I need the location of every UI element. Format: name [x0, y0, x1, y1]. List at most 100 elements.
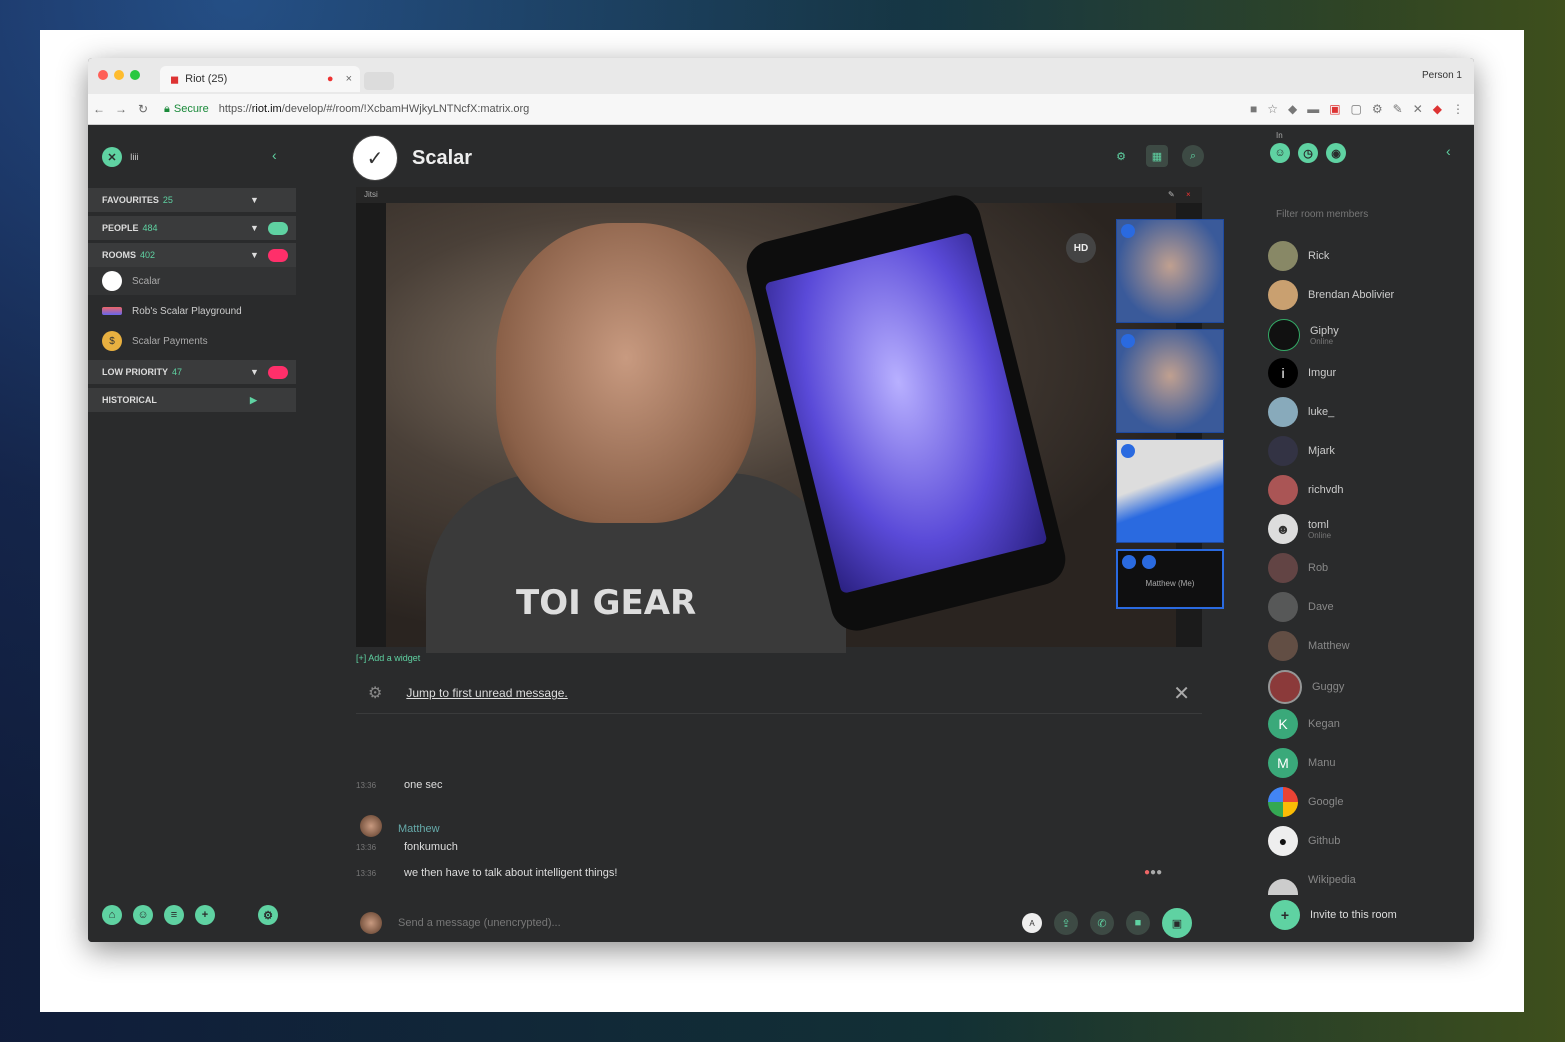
section-rooms[interactable]: ROOMS 402 ▼	[88, 243, 296, 267]
notification-badge	[268, 365, 288, 379]
left-header-label: Iiii	[130, 152, 139, 162]
extension-icon[interactable]: ◆	[1288, 102, 1297, 116]
collapse-left-icon[interactable]: ‹	[272, 147, 277, 163]
participant-thumbnail[interactable]	[1116, 329, 1224, 433]
home-icon[interactable]: ⌂	[102, 905, 122, 925]
member-item[interactable]: Rick	[1268, 241, 1329, 271]
edit-widget-icon[interactable]: ✎	[1168, 187, 1175, 203]
extension-icon[interactable]: ▣	[1329, 102, 1340, 116]
members-tab-icon[interactable]: ☺	[1270, 143, 1290, 163]
star-icon[interactable]: ☆	[1267, 102, 1278, 116]
riot-logo-icon[interactable]: ✕	[102, 147, 122, 167]
member-item[interactable]: Guggy	[1268, 670, 1344, 704]
section-count: 47	[172, 367, 183, 377]
minimize-window-button[interactable]	[114, 70, 124, 80]
member-item[interactable]: richvdh	[1268, 475, 1343, 505]
start-chat-icon[interactable]: ☺	[133, 905, 153, 925]
close-tab-icon[interactable]: ×	[346, 73, 352, 85]
member-item[interactable]: Dave	[1268, 592, 1334, 622]
room-settings-icon[interactable]: ⚙	[1110, 145, 1132, 167]
sender-name[interactable]: Matthew	[398, 823, 440, 835]
section-favourites[interactable]: FAVOURITES 25 ▼	[88, 188, 296, 212]
member-name: Manu	[1308, 757, 1336, 769]
jump-to-unread-link[interactable]: Jump to first unread message.	[406, 686, 567, 700]
member-item[interactable]: i Imgur	[1268, 358, 1336, 388]
member-item[interactable]: Mjark	[1268, 436, 1335, 466]
reload-icon[interactable]: ↻	[132, 102, 154, 116]
voice-call-icon[interactable]: ✆	[1090, 911, 1114, 935]
member-name: toml	[1308, 518, 1329, 531]
room-item-scalar[interactable]: Scalar	[88, 267, 296, 295]
browser-chrome: ◼ Riot (25) ● × Person 1 ← → ↻ 🔒︎ Secure…	[88, 58, 1474, 125]
member-item[interactable]: Rob	[1268, 553, 1328, 583]
room-item-scalar-payments[interactable]: $ Scalar Payments	[88, 327, 296, 355]
close-icon[interactable]: ✕	[1173, 681, 1190, 706]
member-item[interactable]: Matthew	[1268, 631, 1350, 661]
room-title[interactable]: Scalar	[412, 147, 472, 170]
upload-icon[interactable]: ⇪	[1054, 911, 1078, 935]
section-people[interactable]: PEOPLE 484 ▼	[88, 216, 296, 240]
hd-badge[interactable]: HD	[1066, 233, 1096, 263]
extension-icon[interactable]: ▢	[1351, 102, 1362, 116]
read-receipts[interactable]: ●●●	[1144, 867, 1162, 878]
member-item[interactable]: Giphy Online	[1268, 319, 1339, 351]
extension-icon[interactable]: ⚙	[1372, 102, 1383, 116]
section-historical[interactable]: HISTORICAL ▶	[88, 388, 296, 412]
room-directory-icon[interactable]: ≡	[164, 905, 184, 925]
sender-avatar[interactable]	[360, 815, 382, 837]
extension-icon[interactable]: ▬	[1307, 102, 1319, 116]
member-item[interactable]: ● Github	[1268, 826, 1340, 856]
create-room-icon[interactable]: +	[195, 905, 215, 925]
jitsi-widget: Jitsi ✎ × TOI GEAR HD Matthew (Me)	[356, 187, 1224, 653]
add-widget-link[interactable]: [+] Add a widget	[356, 653, 420, 663]
extension-icon[interactable]: ✕	[1413, 102, 1423, 116]
room-item-robs-playground[interactable]: Rob's Scalar Playground	[88, 297, 296, 325]
profile-label[interactable]: Person 1	[1422, 70, 1462, 81]
browser-tab[interactable]: ◼ Riot (25) ● ×	[160, 66, 360, 92]
notifications-tab-icon[interactable]: ◉	[1326, 143, 1346, 163]
hangup-icon[interactable]: ▣	[1162, 908, 1192, 938]
collapse-right-icon[interactable]: ‹	[1446, 143, 1451, 159]
video-call-icon[interactable]: ■	[1126, 911, 1150, 935]
member-item[interactable]: M Manu	[1268, 748, 1336, 778]
shirt-text: TOI GEAR	[516, 583, 697, 623]
extension-icons: ■ ☆ ◆ ▬ ▣ ▢ ⚙ ✎ ✕ ◆ ⋮	[1250, 102, 1464, 116]
member-item[interactable]: ☻ toml Online	[1268, 514, 1331, 544]
maximize-window-button[interactable]	[130, 70, 140, 80]
extension-icon[interactable]: ✎	[1393, 102, 1403, 116]
url-field[interactable]: https://riot.im/develop/#/room/!XcbamHWj…	[219, 103, 530, 115]
emoji-button[interactable]: A	[1022, 913, 1042, 933]
room-avatar-icon[interactable]: ✓	[352, 135, 398, 181]
apps-grid-icon[interactable]: ▦	[1146, 145, 1168, 167]
member-name: Rob	[1308, 562, 1329, 574]
search-icon[interactable]: ⌕	[1182, 145, 1204, 167]
member-item[interactable]: Google	[1268, 787, 1343, 817]
close-widget-icon[interactable]: ×	[1186, 187, 1191, 203]
video-person-face	[496, 223, 756, 523]
invite-button[interactable]: + Invite to this room	[1270, 900, 1397, 930]
files-tab-icon[interactable]: ◷	[1298, 143, 1318, 163]
member-item[interactable]: Wikipedia	[1268, 865, 1356, 895]
menu-kebab-icon[interactable]: ⋮	[1452, 102, 1464, 116]
member-item[interactable]: K Kegan	[1268, 709, 1340, 739]
extension-icon[interactable]: ◆	[1433, 102, 1442, 116]
new-tab-button[interactable]	[364, 72, 394, 90]
back-arrow-icon[interactable]: ←	[88, 102, 110, 116]
forward-arrow-icon[interactable]: →	[110, 102, 132, 116]
participant-thumbnail[interactable]	[1116, 439, 1224, 543]
video-main-feed[interactable]: TOI GEAR HD Matthew (Me)	[386, 189, 1224, 653]
member-avatar	[1268, 319, 1300, 351]
settings-gear-icon[interactable]: ⚙	[258, 905, 278, 925]
member-item[interactable]: Brendan Abolivier	[1268, 280, 1394, 310]
member-name: Wikipedia	[1308, 874, 1356, 886]
message-input[interactable]: Send a message (unencrypted)...	[398, 917, 561, 929]
member-item[interactable]: luke_	[1268, 397, 1334, 427]
filter-members-input[interactable]: Filter room members	[1276, 209, 1368, 220]
message-row: 13:36 fonkumuch	[356, 841, 458, 855]
section-low-priority[interactable]: LOW PRIORITY 47 ▼	[88, 360, 296, 384]
camera-icon[interactable]: ■	[1250, 102, 1257, 116]
participant-thumbnail[interactable]	[1116, 219, 1224, 323]
dollar-icon: $	[102, 331, 122, 351]
close-window-button[interactable]	[98, 70, 108, 80]
self-view-thumbnail[interactable]: Matthew (Me)	[1116, 549, 1224, 609]
